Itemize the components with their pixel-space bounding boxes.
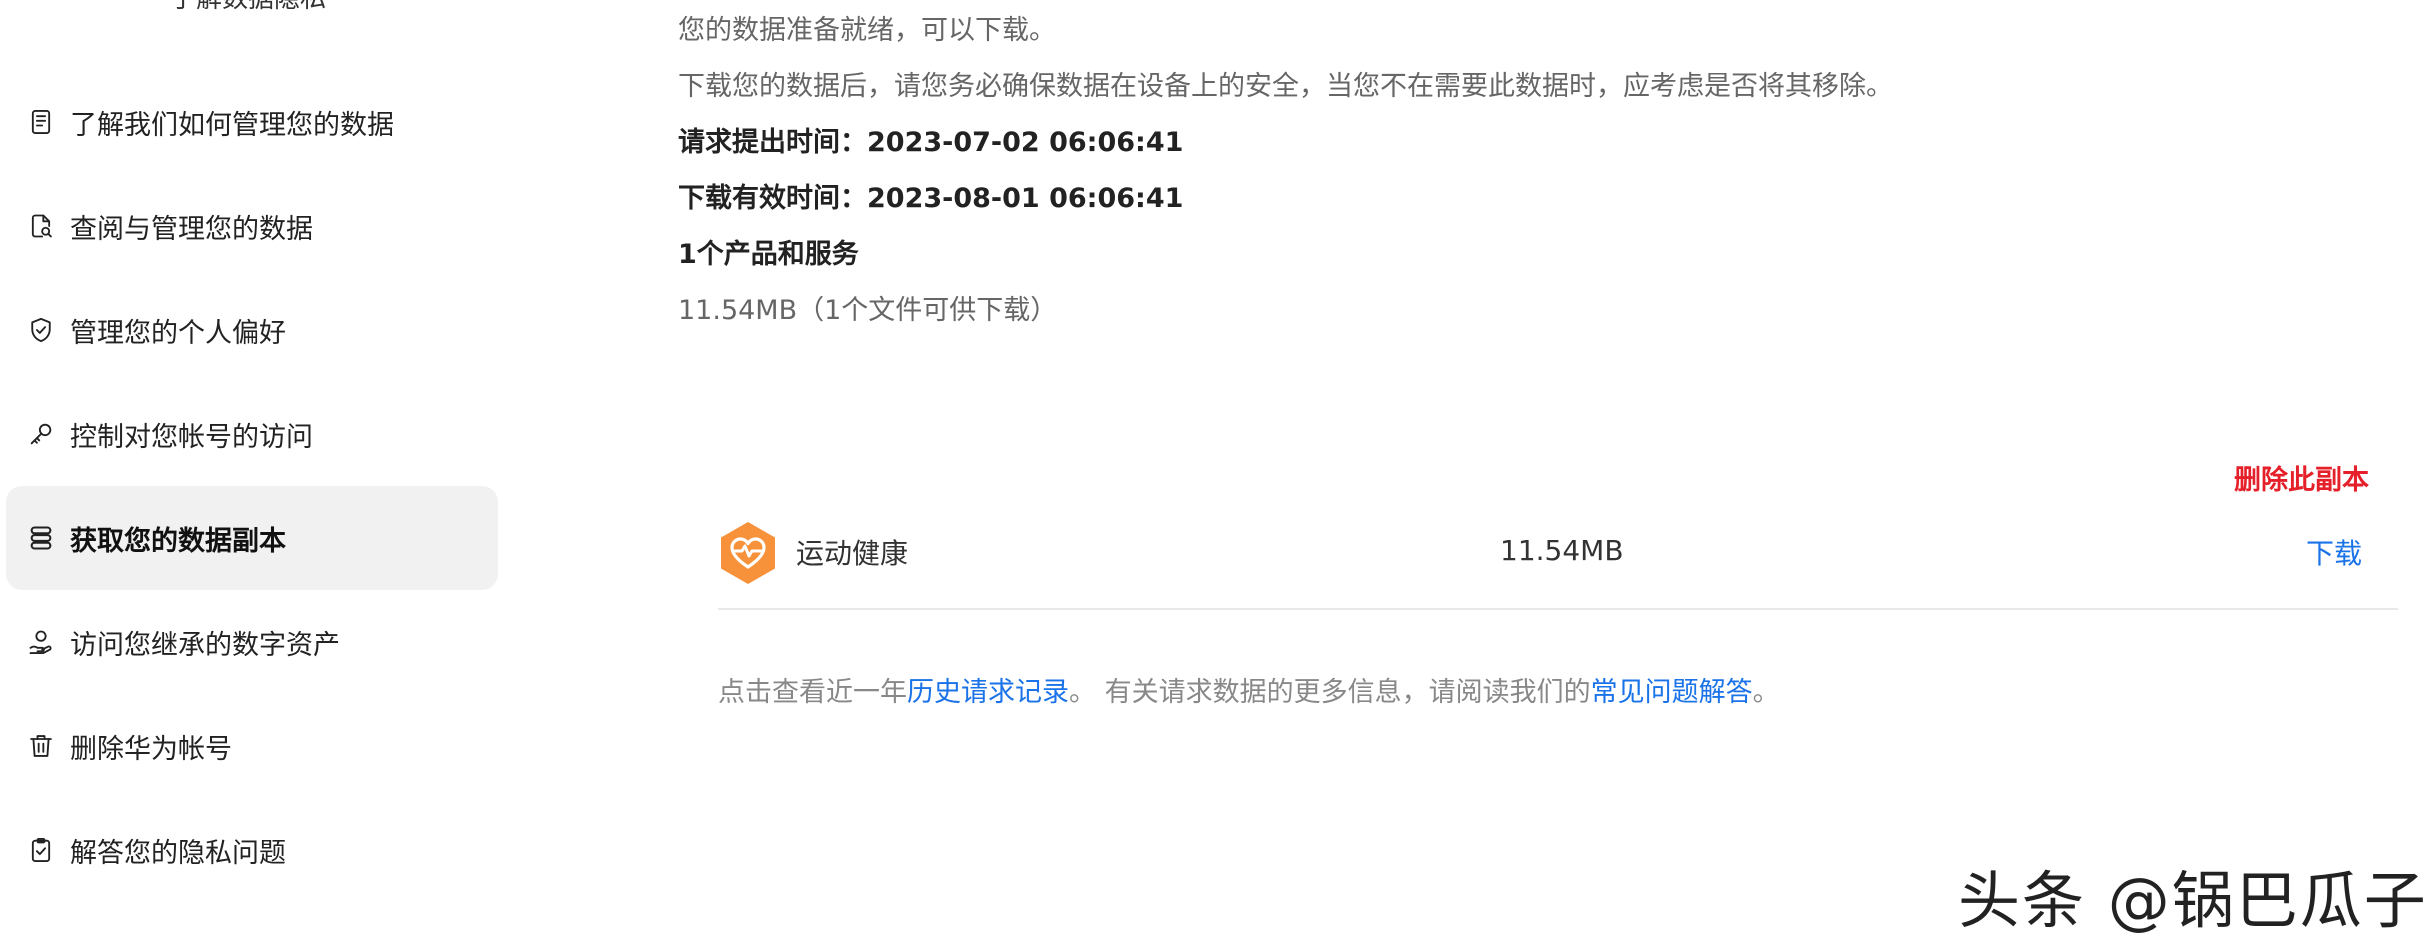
key-icon [26,419,56,449]
sidebar-item-preferences[interactable]: 管理您的个人偏好 [6,278,498,382]
sidebar-item-manage-data-info[interactable]: 了解我们如何管理您的数据 [6,70,498,174]
user-hand-icon [26,627,56,657]
document-search-icon [26,211,56,241]
document-list-icon [26,107,56,137]
sidebar-item-label: 解答您的隐私问题 [70,837,286,869]
sidebar-item-label: 了解我们如何管理您的数据 [70,109,394,141]
health-app-icon [718,520,778,586]
shield-check-icon [26,315,56,345]
sidebar-item-label: 控制对您帐号的访问 [70,421,313,453]
sidebar-item-label: 管理您的个人偏好 [70,317,286,349]
sidebar-item-inherited-assets[interactable]: 访问您继承的数字资产 [6,590,498,694]
footer-suffix: 。 [1752,677,1780,708]
expire-time: 下载有效时间：2023-08-01 06:06:41 [678,183,1184,214]
footer-note: 点击查看近一年历史请求记录。 有关请求数据的更多信息，请阅读我们的常见问题解答。 [718,670,1780,709]
history-requests-link[interactable]: 历史请求记录 [907,677,1069,708]
sidebar-item-review-data[interactable]: 查阅与管理您的数据 [6,174,498,278]
trash-icon [26,731,56,761]
faq-link[interactable]: 常见问题解答 [1591,677,1753,708]
clipboard-check-icon [26,835,56,865]
sidebar-item-privacy-questions[interactable]: 解答您的隐私问题 [6,798,498,902]
watermark: 头条 @锅巴瓜子 [1958,864,2428,937]
file-size: 11.54MB [1500,534,1624,567]
delete-copy-link[interactable]: 删除此副本 [2234,458,2369,497]
app-name: 运动健康 [796,537,909,570]
sidebar-item-account-access[interactable]: 控制对您帐号的访问 [6,382,498,486]
file-row: 运动健康 11.54MB 下载 [718,506,2398,610]
sidebar-item-delete-account[interactable]: 删除华为帐号 [6,694,498,798]
security-warning-text: 下载您的数据后，请您务必确保数据在设备上的安全，当您不在需要此数据时，应考虑是否… [678,71,1893,102]
sidebar-item-data-copy[interactable]: 获取您的数据副本 [6,486,498,590]
total-size: 11.54MB（1个文件可供下载） [678,295,1058,326]
database-icon [26,523,56,553]
ready-text: 您的数据准备就绪，可以下载。 [678,15,1056,46]
product-count: 1个产品和服务 [678,239,859,270]
sidebar: 了解我们如何管理您的数据 查阅与管理您的数据 管理您的个人偏好 控制对您帐号的访… [6,70,498,902]
sidebar-item-label: 获取您的数据副本 [70,525,286,557]
sidebar-header-cut: 了解数据隐私 [170,0,326,15]
request-time: 请求提出时间：2023-07-02 06:06:41 [678,127,1184,158]
sidebar-item-label: 查阅与管理您的数据 [70,213,313,245]
download-button[interactable]: 下载 [2306,532,2362,572]
page: 了解数据隐私 了解我们如何管理您的数据 [0,0,2428,944]
sidebar-item-label: 删除华为帐号 [70,733,232,765]
footer-prefix: 点击查看近一年 [718,677,907,708]
footer-middle: 。 有关请求数据的更多信息，请阅读我们的 [1069,677,1591,708]
sidebar-item-label: 访问您继承的数字资产 [70,629,340,661]
